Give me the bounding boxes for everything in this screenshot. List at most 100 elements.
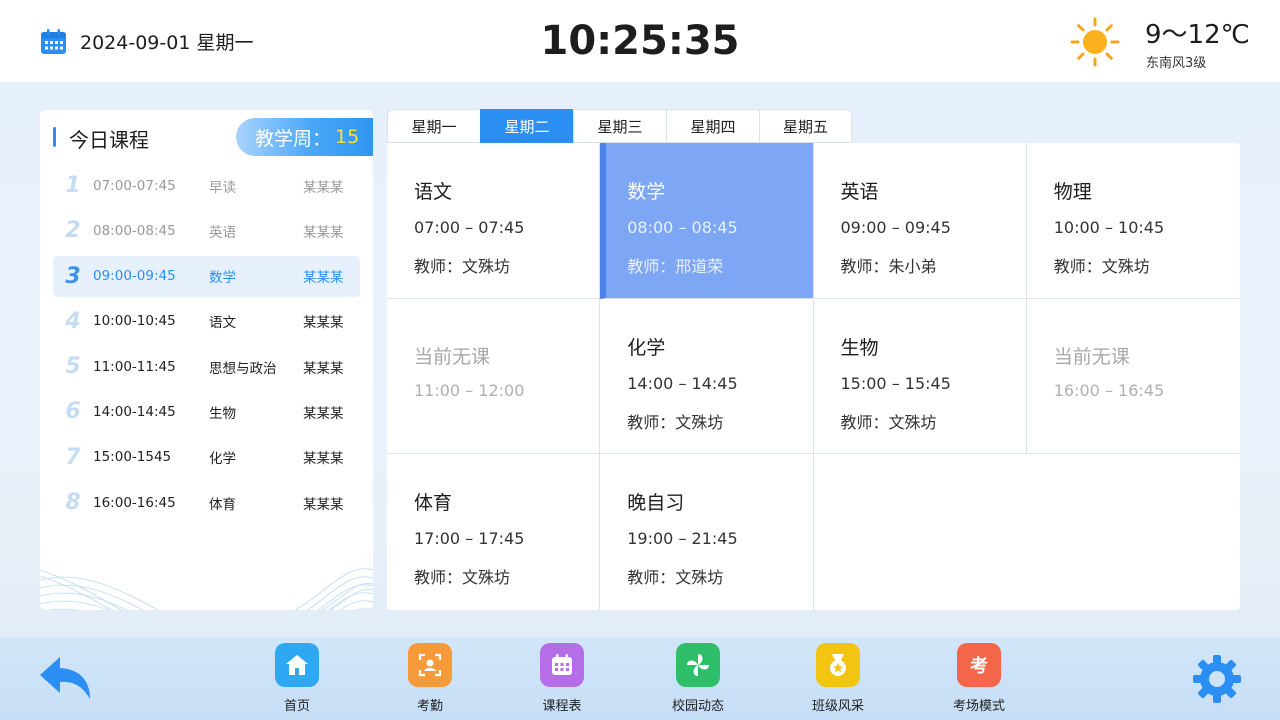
cell-teacher: 教师：邢道荣 [627, 257, 724, 276]
lesson-number: 7 [65, 444, 81, 470]
week-number: 15 [335, 126, 360, 148]
svg-text:考: 考 [970, 655, 988, 677]
empty-slot [814, 454, 1027, 610]
cell-subject: 化学 [627, 336, 666, 359]
lesson-time: 10:00-10:45 [93, 313, 176, 330]
lesson-teacher: 某某某 [303, 451, 344, 468]
medal-icon[interactable] [816, 643, 860, 687]
calendar-icon[interactable] [540, 643, 584, 687]
attendance-icon[interactable] [408, 643, 452, 687]
lesson-row[interactable]: 3 09:00-09:45 数学 某某某 [53, 255, 360, 297]
cell-time: 10:00 – 10:45 [1053, 218, 1165, 237]
lesson-number: 1 [65, 173, 81, 198]
lesson-row[interactable]: 2 08:00-08:45 英语 某某某 [53, 210, 360, 251]
lesson-number: 8 [65, 490, 81, 516]
schedule-cell[interactable]: 晚自习 19:00 – 21:45 教师：文殊坊 [600, 454, 814, 610]
pinwheel-icon[interactable] [676, 643, 720, 687]
title-accent-bar [53, 127, 56, 147]
home-icon[interactable] [275, 643, 319, 687]
lesson-time: 08:00-08:45 [93, 222, 176, 239]
cell-time: 16:00 – 16:45 [1053, 380, 1165, 400]
lesson-row[interactable]: 4 10:00-10:45 语文 某某某 [53, 301, 360, 342]
schedule-cell[interactable]: 当前无课 16:00 – 16:45 [1026, 299, 1240, 455]
cell-time: 07:00 – 07:45 [414, 218, 525, 237]
nav-item-5[interactable]: 班级风采 [798, 643, 878, 714]
schedule-cell[interactable]: 体育 17:00 – 17:45 教师：文殊坊 [387, 454, 601, 610]
week-label: 教学周： [255, 127, 332, 150]
timetable-grid: 语文 07:00 – 07:45 教师：文殊坊 数学 08:00 – 08:45 教师：邢… [387, 143, 1240, 610]
cell-subject: 英语 [840, 181, 879, 203]
lesson-number: 2 [65, 218, 81, 244]
exam-icon[interactable]: 考 [957, 643, 1001, 687]
nav-item-3[interactable]: 课程表 [522, 643, 602, 714]
lesson-list: 1 07:00-07:45 早读 某某某 2 08:00-08:45 英语 某某某 3 09:00… [53, 165, 360, 527]
lesson-row[interactable]: 8 16:00-16:45 体育 某某某 [53, 482, 360, 523]
nav-item-6[interactable]: 考考场模式 [939, 643, 1019, 714]
lesson-subject: 语文 [209, 315, 236, 332]
cell-subject: 物理 [1053, 181, 1092, 203]
schedule-cell[interactable]: 数学 08:00 – 08:45 教师：邢道荣 [600, 143, 814, 299]
empty-slot [1027, 454, 1240, 610]
tab-day-3[interactable]: 星期三 [573, 109, 666, 143]
lesson-time: 07:00-07:45 [93, 177, 176, 194]
lesson-row[interactable]: 1 07:00-07:45 早读 某某某 [53, 165, 360, 206]
cell-subject: 体育 [414, 492, 453, 515]
nav-label: 课程表 [542, 699, 582, 714]
cell-subject: 当前无课 [1053, 345, 1130, 368]
lesson-teacher: 某某某 [303, 179, 344, 196]
bottom-nav-bar [0, 637, 1280, 720]
lesson-subject: 体育 [209, 496, 236, 513]
cell-teacher: 教师：文殊坊 [627, 412, 724, 432]
cell-time: 15:00 – 15:45 [840, 373, 951, 393]
wind-info: 东南风3级 [1146, 56, 1207, 71]
top-bar: 2024-09-01 星期一 10:25:35 9～12℃ 东南风3级 [0, 0, 1280, 82]
cell-time: 11:00 – 12:00 [414, 380, 525, 400]
lesson-row[interactable]: 7 15:00-1545 化学 某某某 [53, 437, 360, 478]
lesson-time: 15:00-1545 [93, 449, 172, 466]
cell-teacher: 教师：文殊坊 [414, 568, 511, 588]
nav-label: 校园动态 [671, 699, 724, 714]
lesson-teacher: 某某某 [303, 224, 344, 241]
schedule-cell[interactable]: 化学 14:00 – 14:45 教师：文殊坊 [600, 298, 814, 455]
temperature: 9～12℃ [1145, 20, 1250, 50]
cell-subject: 生物 [840, 336, 879, 359]
cell-subject: 语文 [414, 181, 453, 203]
tab-day-5[interactable]: 星期五 [759, 109, 852, 143]
lesson-teacher: 某某某 [303, 270, 344, 287]
cell-time: 17:00 – 17:45 [414, 529, 525, 549]
lesson-subject: 化学 [209, 451, 236, 468]
lesson-teacher: 某某某 [303, 315, 344, 332]
nav-item-4[interactable]: 校园动态 [658, 643, 738, 714]
lesson-subject: 英语 [209, 224, 236, 241]
schedule-cell[interactable]: 英语 09:00 – 09:45 教师：朱小弟 [813, 143, 1027, 299]
lesson-time: 14:00-14:45 [93, 403, 176, 420]
lesson-time: 09:00-09:45 [93, 268, 176, 285]
lesson-row[interactable]: 6 14:00-14:45 生物 某某某 [53, 391, 360, 432]
gear-icon[interactable] [1192, 654, 1242, 704]
nav-item-1[interactable]: 首页 [257, 643, 337, 714]
lesson-subject: 生物 [209, 405, 236, 422]
lesson-row[interactable]: 5 11:00-11:45 思想与政治 某某某 [53, 346, 360, 387]
lesson-subject: 思想与政治 [209, 360, 277, 377]
cell-teacher: 教师：文殊坊 [1053, 257, 1150, 276]
schedule-cell[interactable]: 物理 10:00 – 10:45 教师：文殊坊 [1026, 143, 1240, 299]
tab-day-1[interactable]: 星期一 [387, 109, 480, 143]
teaching-week-badge: 教学周： 15 [236, 118, 373, 156]
tab-day-2[interactable]: 星期二 [480, 109, 573, 143]
panel-title: 今日课程 [69, 128, 149, 152]
nav-label: 考勤 [416, 699, 443, 714]
nav-label: 班级风采 [811, 699, 864, 714]
nav-label: 考场模式 [952, 699, 1005, 714]
back-arrow-icon[interactable] [38, 653, 94, 703]
cell-time: 19:00 – 21:45 [627, 529, 738, 549]
lesson-teacher: 某某某 [303, 360, 344, 377]
schedule-cell[interactable]: 语文 07:00 – 07:45 教师：文殊坊 [387, 143, 601, 299]
cell-teacher: 教师：文殊坊 [414, 257, 511, 276]
lesson-teacher: 某某某 [303, 496, 344, 513]
nav-item-2[interactable]: 考勤 [390, 643, 470, 714]
lesson-time: 11:00-11:45 [93, 358, 176, 375]
schedule-cell[interactable]: 当前无课 11:00 – 12:00 [387, 298, 601, 455]
tab-day-4[interactable]: 星期四 [666, 109, 759, 143]
schedule-cell[interactable]: 生物 15:00 – 15:45 教师：文殊坊 [813, 298, 1027, 455]
lesson-number: 3 [65, 263, 81, 289]
